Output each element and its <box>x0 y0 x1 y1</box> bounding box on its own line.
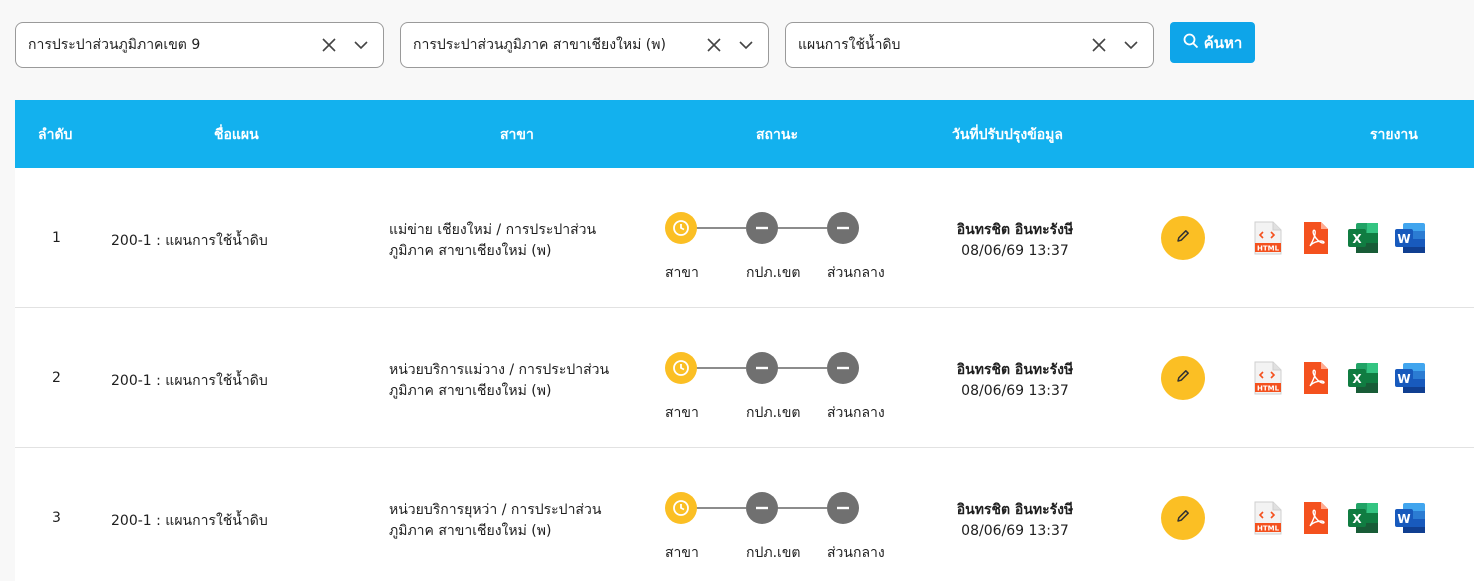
table-header: ลำดับ ชื่อแผน สาขา สถานะ วันที่ปรับปรุงข… <box>15 100 1474 168</box>
step-label: สาขา <box>665 545 699 561</box>
svg-text:X: X <box>1352 232 1362 246</box>
column-header-updated: วันที่ปรับปรุงข้อมูล <box>952 127 1063 143</box>
column-header-report: รายงาน <box>1370 127 1418 143</box>
status-stepper: สาขา กปภ.เขต ส่วนกลาง <box>665 492 895 572</box>
updated-at: 08/06/69 13:37 <box>961 523 1069 539</box>
clock-icon <box>665 212 697 244</box>
pdf-report-icon[interactable] <box>1301 501 1331 535</box>
svg-text:W: W <box>1397 372 1410 386</box>
step-connector <box>776 507 827 509</box>
plan-select-value: แผนการใช้น้ำดิบ <box>798 37 901 53</box>
column-header-name: ชื่อแผน <box>214 127 259 143</box>
step-connector <box>695 507 746 509</box>
step-connector <box>695 367 746 369</box>
svg-text:W: W <box>1397 232 1410 246</box>
pdf-report-icon[interactable] <box>1301 221 1331 255</box>
svg-text:HTML: HTML <box>1257 525 1280 533</box>
region-select[interactable]: การประปาส่วนภูมิภาคเขต 9 <box>15 22 384 68</box>
status-stepper: สาขา กปภ.เขต ส่วนกลาง <box>665 212 895 292</box>
pencil-icon <box>1174 367 1192 389</box>
plan-name: 200-1 : แผนการใช้น้ำดิบ <box>111 233 268 249</box>
svg-text:HTML: HTML <box>1257 245 1280 253</box>
excel-report-icon[interactable]: X <box>1346 501 1378 535</box>
table-row: 3 200-1 : แผนการใช้น้ำดิบ หน่วยบริการยุห… <box>15 448 1474 581</box>
html-report-icon[interactable]: HTML <box>1253 221 1283 255</box>
edit-button[interactable] <box>1161 496 1205 540</box>
branch-select-value: การประปาส่วนภูมิภาค สาขาเชียงใหม่ (พ) <box>413 37 666 53</box>
pencil-icon <box>1174 227 1192 249</box>
column-header-no: ลำดับ <box>38 127 73 143</box>
edit-button[interactable] <box>1161 216 1205 260</box>
pdf-report-icon[interactable] <box>1301 361 1331 395</box>
minus-icon <box>827 212 859 244</box>
step-connector <box>695 227 746 229</box>
minus-icon <box>746 492 778 524</box>
word-report-icon[interactable]: W <box>1393 501 1425 535</box>
chevron-down-icon[interactable] <box>736 35 756 55</box>
clock-icon <box>665 352 697 384</box>
filter-bar: การประปาส่วนภูมิภาคเขต 9 การประปาส่วนภูม… <box>0 0 1474 100</box>
row-number: 1 <box>52 230 61 246</box>
branch-name: หน่วยบริการยุหว่า / การประปาส่วนภูมิภาค … <box>389 502 602 539</box>
minus-icon <box>827 492 859 524</box>
step-label: กปภ.เขต <box>746 545 801 561</box>
svg-text:HTML: HTML <box>1257 385 1280 393</box>
edit-button[interactable] <box>1161 356 1205 400</box>
step-label: ส่วนกลาง <box>827 545 885 561</box>
step-connector <box>776 227 827 229</box>
html-report-icon[interactable]: HTML <box>1253 361 1283 395</box>
html-report-icon[interactable]: HTML <box>1253 501 1283 535</box>
svg-text:W: W <box>1397 512 1410 526</box>
chevron-down-icon[interactable] <box>351 35 371 55</box>
close-icon[interactable] <box>704 35 724 55</box>
minus-icon <box>746 212 778 244</box>
branch-name: แม่ข่าย เชียงใหม่ / การประปาส่วนภูมิภาค … <box>389 222 597 259</box>
search-icon <box>1183 33 1199 53</box>
chevron-down-icon[interactable] <box>1121 35 1141 55</box>
table-row: 1 200-1 : แผนการใช้น้ำดิบ แม่ข่าย เชียงใ… <box>15 168 1474 308</box>
table-row: 2 200-1 : แผนการใช้น้ำดิบ หน่วยบริการแม่… <box>15 308 1474 448</box>
search-button-label: ค้นหา <box>1203 34 1243 52</box>
clock-icon <box>665 492 697 524</box>
word-report-icon[interactable]: W <box>1393 361 1425 395</box>
updated-by: อินทรชิต อินทะรังษี <box>956 222 1074 238</box>
updated-at: 08/06/69 13:37 <box>961 383 1069 399</box>
minus-icon <box>827 352 859 384</box>
step-label: ส่วนกลาง <box>827 405 885 421</box>
plan-select[interactable]: แผนการใช้น้ำดิบ <box>785 22 1154 68</box>
step-label: สาขา <box>665 405 699 421</box>
row-number: 2 <box>52 370 61 386</box>
updated-by: อินทรชิต อินทะรังษี <box>956 362 1074 378</box>
step-connector <box>776 367 827 369</box>
updated-by: อินทรชิต อินทะรังษี <box>956 502 1074 518</box>
word-report-icon[interactable]: W <box>1393 221 1425 255</box>
step-label: กปภ.เขต <box>746 405 801 421</box>
svg-text:X: X <box>1352 512 1362 526</box>
updated-info: อินทรชิต อินทะรังษี 08/06/69 13:37 <box>915 360 1115 402</box>
branch-select[interactable]: การประปาส่วนภูมิภาค สาขาเชียงใหม่ (พ) <box>400 22 769 68</box>
updated-info: อินทรชิต อินทะรังษี 08/06/69 13:37 <box>915 500 1115 542</box>
close-icon[interactable] <box>319 35 339 55</box>
updated-at: 08/06/69 13:37 <box>961 243 1069 259</box>
pencil-icon <box>1174 507 1192 529</box>
excel-report-icon[interactable]: X <box>1346 361 1378 395</box>
plan-name: 200-1 : แผนการใช้น้ำดิบ <box>111 373 268 389</box>
updated-info: อินทรชิต อินทะรังษี 08/06/69 13:37 <box>915 220 1115 262</box>
search-button[interactable]: ค้นหา <box>1170 22 1255 63</box>
svg-text:X: X <box>1352 372 1362 386</box>
step-label: กปภ.เขต <box>746 265 801 281</box>
excel-report-icon[interactable]: X <box>1346 221 1378 255</box>
plan-name: 200-1 : แผนการใช้น้ำดิบ <box>111 513 268 529</box>
row-number: 3 <box>52 510 61 526</box>
step-label: สาขา <box>665 265 699 281</box>
step-label: ส่วนกลาง <box>827 265 885 281</box>
minus-icon <box>746 352 778 384</box>
column-header-status: สถานะ <box>756 127 798 143</box>
column-header-branch: สาขา <box>500 127 534 143</box>
branch-name: หน่วยบริการแม่วาง / การประปาส่วนภูมิภาค … <box>389 362 610 399</box>
region-select-value: การประปาส่วนภูมิภาคเขต 9 <box>28 37 201 53</box>
close-icon[interactable] <box>1089 35 1109 55</box>
status-stepper: สาขา กปภ.เขต ส่วนกลาง <box>665 352 895 432</box>
